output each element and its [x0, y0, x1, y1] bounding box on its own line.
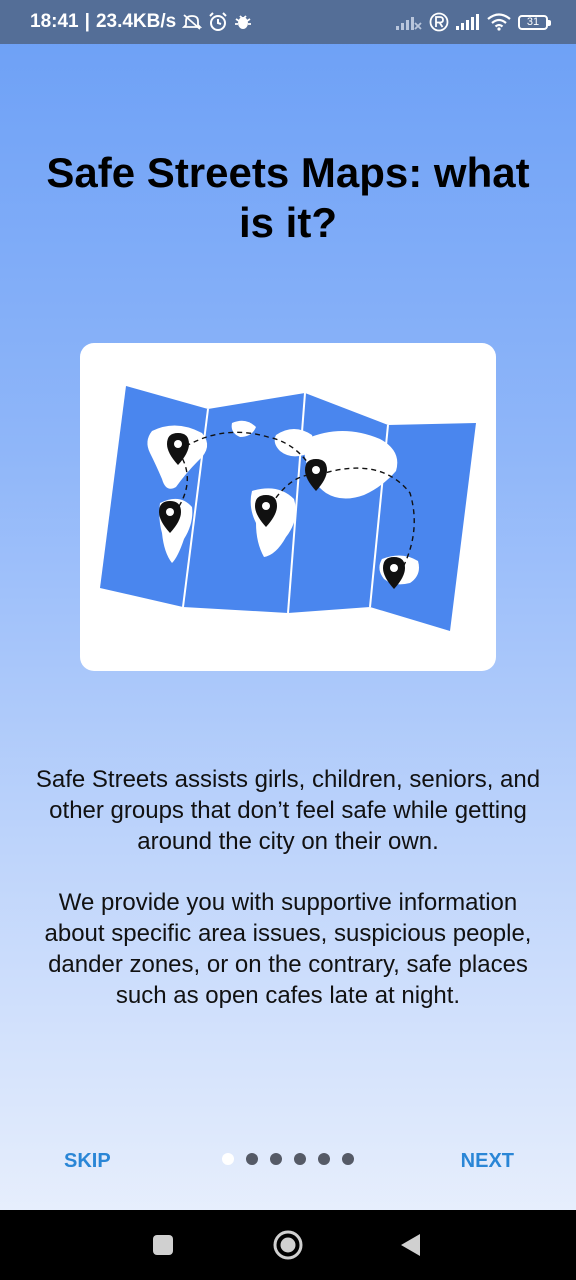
- signal-icon: [396, 14, 422, 30]
- status-separator: |: [84, 11, 90, 32]
- recents-button[interactable]: [123, 1210, 203, 1280]
- next-button[interactable]: NEXT: [455, 1146, 520, 1177]
- onboarding-description: Safe Streets assists girls, children, se…: [28, 764, 548, 1011]
- description-paragraph-2: We provide you with supportive informati…: [44, 889, 532, 1009]
- page-dot-6: [342, 1153, 354, 1165]
- back-icon: [401, 1234, 420, 1256]
- world-map-illustration: [100, 386, 476, 631]
- status-time: 18:41: [30, 11, 79, 32]
- battery-icon: 31: [518, 14, 551, 30]
- page-dot-1: [222, 1153, 234, 1165]
- bug-icon: [234, 13, 252, 31]
- page-title: Safe Streets Maps: what is it?: [46, 149, 530, 246]
- status-network-speed: 23.4KB/s: [95, 11, 177, 32]
- back-button[interactable]: [371, 1210, 451, 1280]
- map-illustration-card: [80, 343, 496, 671]
- description-paragraph-1: Safe Streets assists girls, children, se…: [35, 766, 541, 855]
- battery-level: 31: [526, 16, 540, 28]
- page-dot-3: [270, 1153, 282, 1165]
- wifi-icon: [487, 13, 511, 31]
- status-right: 31: [396, 12, 551, 32]
- status-left: 18:41 | 23.4KB/s: [30, 11, 252, 33]
- signal-strength-icon: [456, 14, 480, 30]
- recents-icon: [153, 1235, 173, 1255]
- home-button[interactable]: [248, 1210, 328, 1280]
- alarm-icon: [208, 12, 228, 32]
- mute-icon: [182, 13, 203, 31]
- home-icon: [273, 1230, 303, 1260]
- status-bar: 18:41 | 23.4KB/s 31: [0, 0, 576, 44]
- skip-button[interactable]: SKIP: [58, 1146, 117, 1177]
- roaming-icon: [429, 12, 449, 32]
- page-dot-5: [318, 1153, 330, 1165]
- page-indicator: [222, 1153, 354, 1165]
- system-nav-bar: [0, 1210, 576, 1280]
- page-dot-4: [294, 1153, 306, 1165]
- page-dot-2: [246, 1153, 258, 1165]
